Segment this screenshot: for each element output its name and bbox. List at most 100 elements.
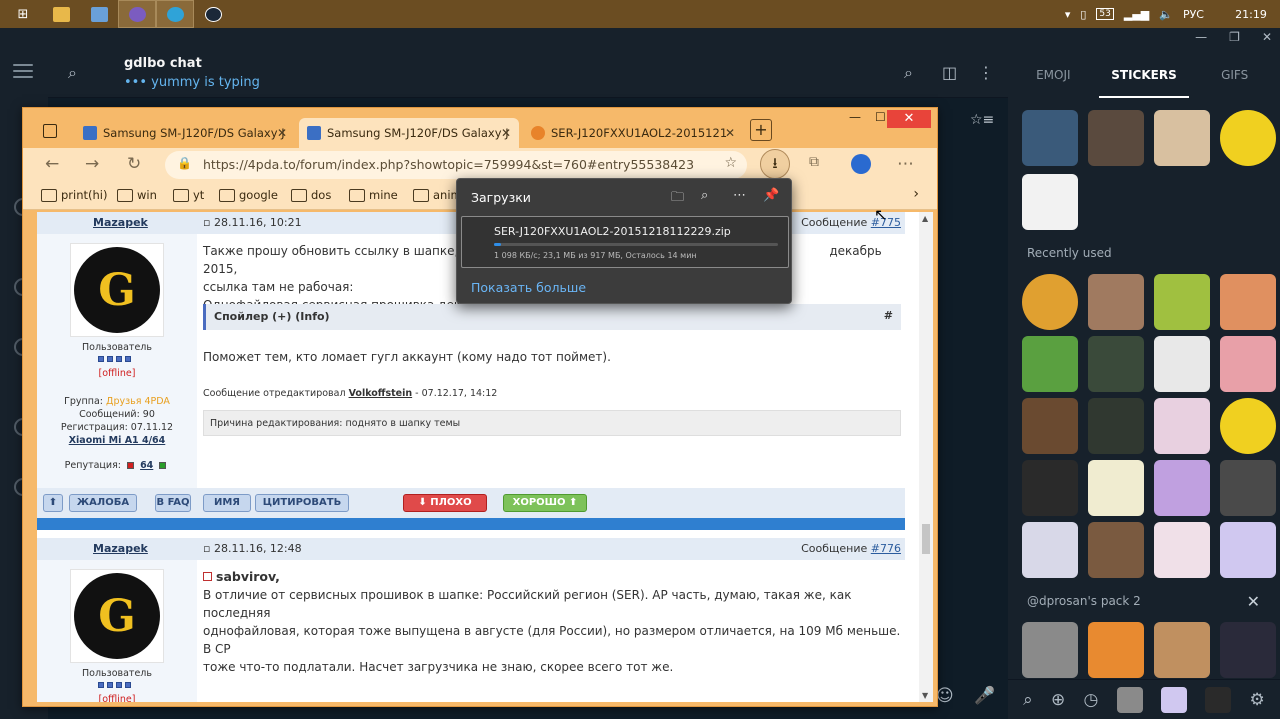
- dislike-button[interactable]: ⬇ ПЛОХО: [403, 494, 487, 512]
- bookmark-folder[interactable]: anim: [413, 188, 462, 202]
- download-item[interactable]: SER-J120FXXU1AOL2-20151218112229.zip 1 0…: [461, 216, 789, 268]
- sticker[interactable]: [1088, 110, 1144, 166]
- sticker[interactable]: [1154, 622, 1210, 678]
- forward-icon[interactable]: →: [85, 154, 99, 174]
- refresh-icon[interactable]: ↻: [127, 154, 141, 174]
- control-panel-icon[interactable]: [80, 0, 118, 28]
- file-explorer-icon[interactable]: [42, 0, 80, 28]
- sticker[interactable]: [1220, 622, 1276, 678]
- author-name[interactable]: Mazapek: [93, 542, 148, 555]
- show-more-link[interactable]: Показать больше: [471, 280, 586, 295]
- sticker[interactable]: [1022, 522, 1078, 578]
- avatar[interactable]: G: [70, 243, 164, 337]
- sticker[interactable]: [1022, 398, 1078, 454]
- tab-gifs[interactable]: GIFS: [1189, 48, 1280, 100]
- scroll-up-icon[interactable]: ▲: [922, 214, 928, 223]
- faq-button[interactable]: В FAQ: [155, 494, 191, 512]
- sticker[interactable]: [1220, 336, 1276, 392]
- sticker[interactable]: [1022, 460, 1078, 516]
- maximize-icon[interactable]: ❐: [1229, 30, 1240, 44]
- sticker[interactable]: [1022, 110, 1078, 166]
- pin-list-icon[interactable]: ☆≡: [970, 112, 994, 128]
- sticker[interactable]: [1088, 336, 1144, 392]
- close-tab-icon[interactable]: ✕: [501, 118, 511, 148]
- tab-actions-icon[interactable]: [43, 124, 57, 138]
- bookmark-folder[interactable]: mine: [349, 188, 398, 202]
- language-indicator[interactable]: РУС: [1183, 8, 1204, 21]
- sticker[interactable]: [1154, 336, 1210, 392]
- search-icon[interactable]: ⌕: [904, 63, 913, 83]
- menu-icon[interactable]: [13, 64, 33, 82]
- collections-icon[interactable]: ⧉: [809, 154, 819, 170]
- sticker[interactable]: [1022, 174, 1078, 230]
- bookmark-folder[interactable]: print(hi): [41, 188, 107, 202]
- bookmark-folder[interactable]: yt: [173, 188, 204, 202]
- sticker[interactable]: [1154, 110, 1210, 166]
- start-button[interactable]: ⊞: [4, 0, 42, 28]
- close-icon[interactable]: ✕: [1262, 30, 1272, 44]
- chevron-right-icon[interactable]: ›: [913, 186, 919, 202]
- sticker-pack-icon[interactable]: [1160, 686, 1187, 713]
- address-bar[interactable]: 🔒 https://4pda.to/forum/index.php?showto…: [165, 151, 747, 179]
- profile-avatar[interactable]: [851, 154, 871, 174]
- search-icon[interactable]: ⌕: [701, 188, 708, 203]
- device-icon[interactable]: ▯: [1080, 8, 1086, 21]
- open-folder-icon[interactable]: 🗀: [671, 188, 684, 210]
- more-icon[interactable]: ⋮: [978, 63, 994, 82]
- downloads-button[interactable]: ⭳: [760, 149, 790, 179]
- tab-samsung-2[interactable]: Samsung SM-J120F/DS Galaxy J ✕: [299, 118, 519, 148]
- name-button[interactable]: ИМЯ: [203, 494, 251, 512]
- sticker[interactable]: [1154, 460, 1210, 516]
- bookmark-folder[interactable]: google: [219, 188, 278, 202]
- quote-button[interactable]: ЦИТИРОВАТЬ: [255, 494, 349, 512]
- scroll-up-button[interactable]: ⬆: [43, 494, 63, 512]
- sticker[interactable]: [1088, 460, 1144, 516]
- recent-icon[interactable]: ◷: [1084, 690, 1099, 710]
- minimize-icon[interactable]: —: [1195, 30, 1207, 44]
- new-tab-button[interactable]: +: [750, 119, 772, 141]
- sticker[interactable]: [1220, 398, 1276, 454]
- bookmark-folder[interactable]: win: [117, 188, 157, 202]
- sticker[interactable]: [1022, 336, 1078, 392]
- sticker[interactable]: [1220, 460, 1276, 516]
- more-icon[interactable]: ⋯: [897, 154, 914, 174]
- complain-button[interactable]: ЖАЛОБА: [69, 494, 137, 512]
- search-icon[interactable]: ⌕: [1023, 690, 1033, 710]
- reputation-minus-icon[interactable]: [127, 462, 135, 469]
- sticker[interactable]: [1154, 522, 1210, 578]
- sticker[interactable]: [1220, 274, 1276, 330]
- sticker[interactable]: [1088, 274, 1144, 330]
- more-icon[interactable]: ⋯: [733, 188, 746, 203]
- sticker[interactable]: [1154, 274, 1210, 330]
- sidebar-toggle-icon[interactable]: ◫: [942, 63, 957, 82]
- tab-samsung-1[interactable]: Samsung SM-J120F/DS Galaxy J ✕: [75, 118, 295, 148]
- reputation-plus-icon[interactable]: [159, 462, 167, 469]
- pin-icon[interactable]: 📌: [763, 188, 779, 203]
- close-tab-icon[interactable]: ✕: [277, 118, 287, 148]
- scrollbar[interactable]: ▲ ▼: [919, 212, 933, 702]
- minimize-icon[interactable]: —: [849, 110, 861, 124]
- add-icon[interactable]: ⊕: [1051, 690, 1065, 710]
- search-icon[interactable]: ⌕: [68, 63, 77, 83]
- tab-emoji[interactable]: EMOJI: [1008, 48, 1099, 100]
- close-window-button[interactable]: ✕: [887, 110, 931, 128]
- sticker[interactable]: [1022, 622, 1078, 678]
- signal-icon[interactable]: ▂▄▆: [1124, 8, 1149, 21]
- app-icon[interactable]: [118, 0, 156, 28]
- clock[interactable]: 21:19: [1232, 8, 1270, 21]
- sticker[interactable]: [1154, 398, 1210, 454]
- spoiler-toggle[interactable]: Спойлер (+) (Info) #: [203, 304, 901, 330]
- maximize-icon[interactable]: ☐: [875, 110, 886, 124]
- sticker[interactable]: [1220, 522, 1276, 578]
- steam-icon[interactable]: [194, 0, 232, 28]
- favorite-star-icon[interactable]: ☆: [724, 155, 737, 171]
- scroll-thumb[interactable]: [922, 524, 930, 554]
- avatar[interactable]: G: [70, 569, 164, 663]
- bookmark-folder[interactable]: dos: [291, 188, 331, 202]
- battery-indicator[interactable]: 53: [1096, 8, 1114, 20]
- back-icon[interactable]: ←: [45, 154, 59, 174]
- sticker-pack-icon[interactable]: [1205, 686, 1232, 713]
- settings-icon[interactable]: ⚙: [1250, 690, 1265, 710]
- sticker[interactable]: [1088, 522, 1144, 578]
- sticker[interactable]: [1220, 110, 1276, 166]
